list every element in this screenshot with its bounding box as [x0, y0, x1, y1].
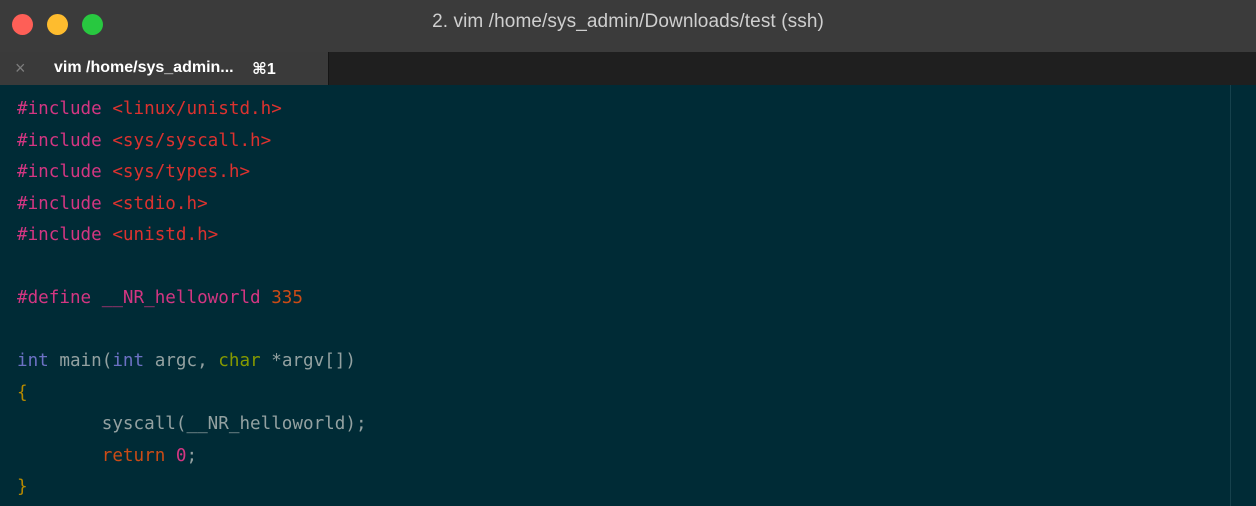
code-token: <stdio.h>	[112, 193, 208, 214]
code-token: 0	[175, 445, 187, 466]
tab-label: vim /home/sys_admin...	[54, 59, 234, 76]
code-token: <unistd.h>	[112, 225, 219, 245]
code-line: return 0;	[17, 441, 367, 473]
window-title: 2. vim /home/sys_admin/Downloads/test (s…	[432, 11, 824, 32]
code-line: #include <unistd.h>	[17, 220, 367, 252]
code-token: argc,	[144, 351, 219, 371]
editor-right-divider	[1230, 85, 1231, 506]
code-buffer[interactable]: #include <linux/unistd.h> #include <sys/s…	[17, 94, 367, 504]
code-token: #include	[17, 130, 113, 151]
code-line: #include <linux/unistd.h>	[17, 94, 367, 126]
code-token: <sys/syscall.h>	[112, 130, 272, 151]
tab-bar: × vim /home/sys_admin... ⌘1	[0, 52, 1256, 85]
code-token: <sys/types.h>	[112, 162, 251, 182]
code-token: #include	[17, 193, 113, 214]
vim-editor-area[interactable]: #include <linux/unistd.h> #include <sys/s…	[0, 85, 1256, 506]
code-token: #include	[17, 225, 113, 245]
code-line: #include <sys/types.h>	[17, 157, 367, 189]
code-token: char	[218, 351, 261, 371]
code-token: int	[17, 351, 49, 371]
code-token: int	[112, 351, 145, 371]
code-line: #include <sys/syscall.h>	[17, 126, 367, 158]
code-token: <linux/unistd.h>	[112, 99, 282, 119]
title-bar: 2. vim /home/sys_admin/Downloads/test (s…	[0, 0, 1256, 52]
code-token: }	[17, 477, 28, 497]
code-line: #include <stdio.h>	[17, 189, 367, 221]
code-token: main(	[48, 351, 113, 371]
close-tab-icon[interactable]: ×	[15, 58, 26, 78]
code-token: #include	[17, 99, 113, 119]
tab-vim-session[interactable]: × vim /home/sys_admin... ⌘1	[0, 52, 329, 85]
code-token: #include	[17, 162, 113, 182]
tab-shortcut: ⌘1	[252, 61, 276, 78]
code-token: #define __NR_helloworld	[17, 288, 272, 308]
code-line: }	[17, 472, 367, 504]
terminal-window: 2. vim /home/sys_admin/Downloads/test (s…	[0, 0, 1256, 506]
code-token: ;	[186, 445, 198, 466]
code-line: syscall(__NR_helloworld);	[17, 409, 367, 441]
code-token: syscall(__NR_helloworld);	[17, 414, 367, 434]
code-token: *argv[])	[260, 351, 356, 371]
code-line: int main(int argc, char *argv[])	[17, 346, 367, 378]
code-token: return	[101, 445, 166, 466]
code-line: #define __NR_helloworld 335	[17, 283, 367, 315]
code-token: {	[17, 382, 28, 403]
code-token: 335	[271, 288, 303, 308]
code-line: {	[17, 378, 367, 410]
